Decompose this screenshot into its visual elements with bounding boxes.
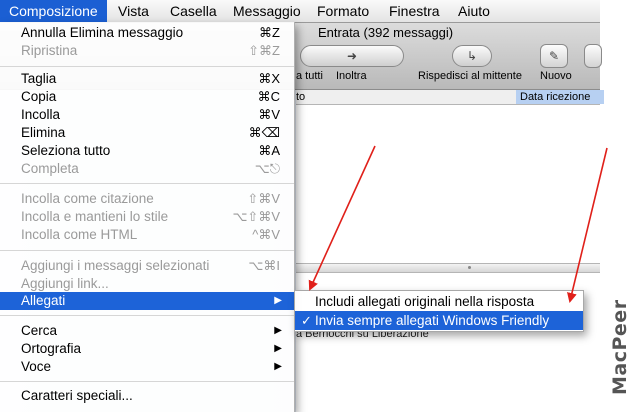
menu-item-label: Ortografia — [21, 341, 82, 356]
new-label: Nuovo — [540, 70, 572, 82]
menu-item-label: Annulla Elimina messaggio — [21, 25, 184, 40]
menu-item-label: Incolla — [21, 107, 61, 122]
menu-bar: Composizione Vista Casella Messaggio For… — [0, 0, 600, 23]
menu-item-paste[interactable]: Incolla ⌘V — [0, 106, 294, 124]
menu-item-paste-as-html[interactable]: Incolla come HTML ^⌘V — [0, 226, 294, 244]
edit-menu-dropdown: Annulla Elimina messaggio ⌘Z Ripristina … — [0, 22, 295, 412]
menu-item-label: Incolla come HTML — [21, 227, 138, 242]
splitter-grip-icon — [468, 266, 471, 269]
submenu-arrow-icon: ▶ — [274, 361, 282, 372]
checkmark-icon: ✓ — [301, 313, 312, 328]
watermark-text: MacPeer — [609, 299, 631, 395]
menu-item-shortcut: ⌘⌫ — [248, 125, 280, 140]
menu-item-label: Aggiungi i messaggi selezionati — [21, 258, 210, 273]
window-title: Entrata (392 messaggi) — [318, 25, 454, 40]
menu-item-spelling[interactable]: Ortografia ▶ — [0, 340, 294, 358]
submenu-arrow-icon: ▶ — [274, 295, 282, 306]
redirect-icon: ↳ — [466, 49, 478, 63]
submenu-item-windows-friendly[interactable]: ✓ Invia sempre allegati Windows Friendly — [295, 311, 583, 330]
reply-all-label: a tutti — [296, 70, 323, 82]
menu-item-shortcut: ^⌘V — [252, 227, 280, 242]
watermark: MacPeer — [606, 299, 634, 412]
redirect-button[interactable]: ↳ — [452, 45, 492, 67]
menu-item-label: Ripristina — [21, 43, 78, 58]
menu-item-cut[interactable]: Taglia ⌘X — [0, 70, 294, 88]
menu-item-label: Elimina — [21, 125, 66, 140]
menu-separator — [0, 381, 294, 382]
menu-item-shortcut: ⌘A — [258, 143, 280, 158]
submenu-arrow-icon: ▶ — [274, 325, 282, 336]
forward-button[interactable]: ➜ — [300, 45, 404, 67]
toolbar-extra-button[interactable] — [584, 44, 602, 68]
menu-item-special-characters[interactable]: Caratteri speciali... — [0, 387, 294, 405]
menu-item-label: Copia — [21, 89, 57, 104]
menu-item-label: Incolla come citazione — [21, 191, 154, 206]
menu-item-shortcut: ⇧⌘V — [247, 191, 280, 206]
menu-item-label: Taglia — [21, 71, 57, 86]
menu-casella[interactable]: Casella — [170, 0, 217, 22]
menu-item-label: Caratteri speciali... — [21, 388, 133, 403]
submenu-item-label: Invia sempre allegati Windows Friendly — [315, 313, 550, 328]
menu-item-shortcut: ⌘Z — [259, 25, 280, 40]
menu-item-label: Aggiungi link... — [21, 276, 109, 291]
menu-separator — [0, 315, 294, 316]
forward-label: Inoltra — [336, 70, 367, 82]
redirect-label: Rispedisci al mittente — [418, 70, 522, 82]
new-message-button[interactable]: ✎ — [540, 44, 568, 68]
menu-finestra[interactable]: Finestra — [389, 0, 440, 22]
forward-arrow-icon: ➜ — [346, 49, 358, 63]
column-header-date-received[interactable]: Data ricezione — [516, 90, 604, 104]
menu-item-add-selected-messages[interactable]: Aggiungi i messaggi selezionati ⌥⌘I — [0, 257, 294, 275]
menu-item-label: Voce — [21, 359, 52, 374]
menu-formato[interactable]: Formato — [317, 0, 369, 22]
menu-aiuto[interactable]: Aiuto — [458, 0, 490, 22]
menu-separator — [0, 250, 294, 251]
menu-item-select-all[interactable]: Seleziona tutto ⌘A — [0, 142, 294, 160]
submenu-arrow-icon: ▶ — [274, 343, 282, 354]
menu-item-label: Incolla e mantieni lo stile — [21, 209, 169, 224]
menu-item-speech[interactable]: Voce ▶ — [0, 358, 294, 376]
menu-item-paste-keep-style[interactable]: Incolla e mantieni lo stile ⌥⇧⌘V — [0, 208, 294, 226]
menu-separator — [0, 66, 294, 67]
menu-item-shortcut: ⌘C — [257, 89, 280, 104]
compose-icon: ✎ — [548, 49, 560, 63]
menu-item-label: Completa — [21, 161, 79, 176]
pane-splitter[interactable] — [296, 263, 600, 273]
menu-item-delete[interactable]: Elimina ⌘⌫ — [0, 124, 294, 142]
menu-item-shortcut: ⌥⇧⌘V — [232, 209, 280, 224]
menu-item-shortcut: ⌥⎋ — [254, 161, 280, 176]
menu-item-copy[interactable]: Copia ⌘C — [0, 88, 294, 106]
menu-item-label: Seleziona tutto — [21, 143, 111, 158]
menu-composizione[interactable]: Composizione — [0, 0, 107, 22]
menu-item-shortcut: ⌘X — [258, 71, 280, 86]
menu-vista[interactable]: Vista — [118, 0, 149, 22]
column-header-to[interactable]: to — [296, 90, 305, 104]
submenu-item-label: Includi allegati originali nella rispost… — [315, 294, 535, 309]
menu-item-shortcut: ⌥⌘I — [248, 258, 280, 273]
menu-messaggio[interactable]: Messaggio — [233, 0, 301, 22]
menu-item-find[interactable]: Cerca ▶ — [0, 322, 294, 340]
menu-item-undo[interactable]: Annulla Elimina messaggio ⌘Z — [0, 24, 294, 42]
menu-item-paste-as-quotation[interactable]: Incolla come citazione ⇧⌘V — [0, 190, 294, 208]
menu-item-label: Cerca — [21, 323, 58, 338]
menu-item-label: Allegati — [21, 293, 66, 308]
menu-separator — [0, 183, 294, 184]
menu-item-redo[interactable]: Ripristina ⇧⌘Z — [0, 42, 294, 60]
menu-item-shortcut: ⌘V — [258, 107, 280, 122]
menu-item-complete[interactable]: Completa ⌥⎋ — [0, 160, 294, 178]
submenu-item-include-original-attachments[interactable]: Includi allegati originali nella rispost… — [295, 292, 583, 311]
menu-item-shortcut: ⇧⌘Z — [248, 43, 280, 58]
menu-item-attachments[interactable]: Allegati ▶ — [0, 292, 294, 310]
menu-item-add-link[interactable]: Aggiungi link... — [0, 275, 294, 293]
attachments-submenu: Includi allegati originali nella rispost… — [294, 290, 584, 332]
